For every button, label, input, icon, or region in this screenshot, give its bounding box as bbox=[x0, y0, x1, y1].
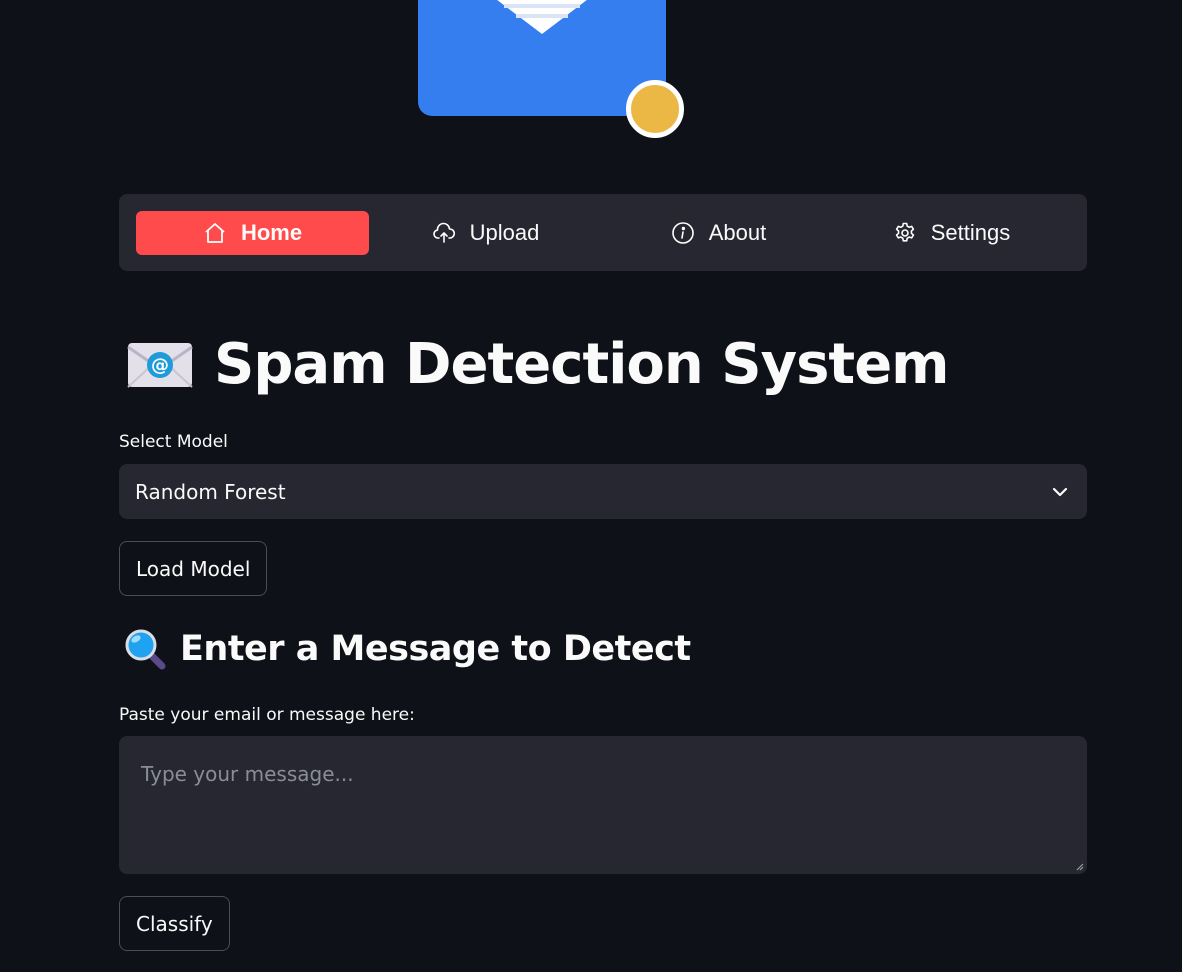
nav-item-upload[interactable]: Upload bbox=[369, 211, 602, 255]
nav-item-label: Upload bbox=[469, 220, 540, 245]
message-input[interactable]: Type your message... bbox=[119, 736, 1087, 874]
home-icon bbox=[205, 223, 225, 243]
nav-bar: Home Upload About Settings bbox=[119, 194, 1087, 271]
envelope-flap bbox=[497, 0, 587, 34]
magnifying-glass-icon bbox=[125, 629, 166, 670]
app-page: Home Upload About Settings @ Spam Detect… bbox=[0, 0, 1182, 972]
model-select-value: Random Forest bbox=[135, 479, 286, 504]
info-icon bbox=[671, 222, 694, 244]
cloud-upload-icon bbox=[432, 222, 455, 243]
message-input-placeholder: Type your message... bbox=[141, 762, 354, 786]
envelope-at-icon: @ bbox=[127, 342, 193, 388]
nav-item-about[interactable]: About bbox=[602, 211, 835, 255]
nav-item-label: About bbox=[708, 220, 767, 245]
svg-text:@: @ bbox=[151, 355, 169, 376]
nav-item-label: Home bbox=[240, 220, 303, 245]
classify-button[interactable]: Classify bbox=[119, 896, 230, 951]
page-title-row: @ Spam Detection System bbox=[126, 332, 950, 397]
envelope-logo-icon bbox=[418, 0, 684, 138]
gear-icon bbox=[895, 222, 914, 242]
detect-section-heading-row: Enter a Message to Detect bbox=[124, 628, 691, 670]
message-input-label: Paste your email or message here: bbox=[119, 705, 415, 725]
resize-handle-icon[interactable] bbox=[1074, 861, 1084, 871]
load-model-button[interactable]: Load Model bbox=[119, 541, 268, 596]
nav-item-label: Settings bbox=[930, 220, 1011, 245]
detect-section-heading: Enter a Message to Detect bbox=[180, 629, 691, 669]
nav-item-home[interactable]: Home bbox=[136, 211, 369, 255]
model-select[interactable]: Random Forest bbox=[119, 464, 1087, 519]
notification-badge bbox=[626, 80, 684, 138]
page-title: Spam Detection System bbox=[214, 332, 950, 397]
chevron-down-icon bbox=[1052, 487, 1068, 497]
select-model-label: Select Model bbox=[119, 432, 228, 452]
nav-item-settings[interactable]: Settings bbox=[835, 211, 1068, 255]
